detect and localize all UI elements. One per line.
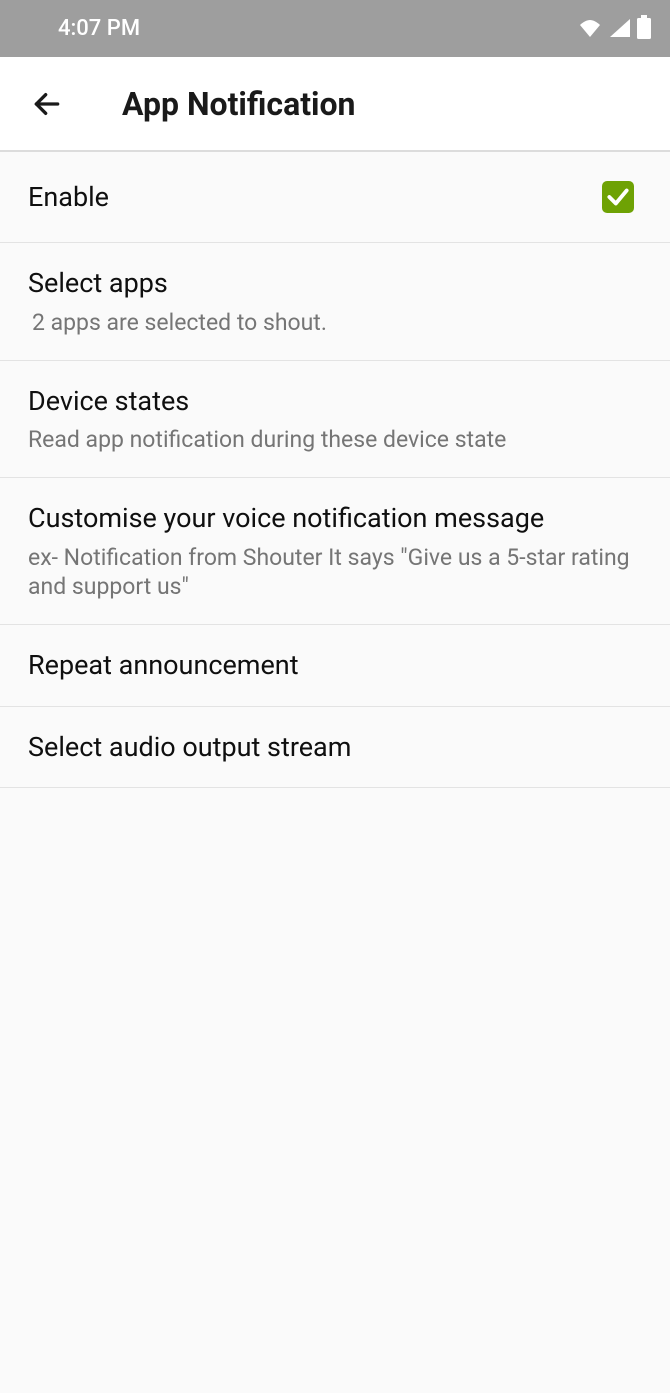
status-time: 4:07 PM bbox=[58, 16, 140, 41]
customise-voice-row[interactable]: Customise your voice notification messag… bbox=[0, 478, 670, 625]
device-states-row[interactable]: Device states Read app notification duri… bbox=[0, 361, 670, 478]
check-icon bbox=[605, 184, 631, 210]
page-title: App Notification bbox=[122, 85, 356, 123]
repeat-announcement-row[interactable]: Repeat announcement bbox=[0, 625, 670, 706]
item-title: Select apps bbox=[28, 265, 642, 301]
enable-row[interactable]: Enable bbox=[0, 152, 670, 243]
settings-list: Enable Select apps 2 apps are selected t… bbox=[0, 152, 670, 788]
item-title: Select audio output stream bbox=[28, 729, 642, 765]
select-apps-row[interactable]: Select apps 2 apps are selected to shout… bbox=[0, 243, 670, 360]
item-title: Device states bbox=[28, 383, 642, 419]
select-audio-output-row[interactable]: Select audio output stream bbox=[0, 707, 670, 788]
item-subtitle: 2 apps are selected to shout. bbox=[28, 308, 642, 338]
status-bar: 4:07 PM bbox=[0, 0, 670, 57]
cell-signal-icon bbox=[608, 17, 630, 41]
enable-checkbox[interactable] bbox=[602, 181, 634, 213]
item-title: Customise your voice notification messag… bbox=[28, 500, 642, 536]
battery-icon bbox=[636, 15, 652, 43]
status-icons bbox=[578, 15, 652, 43]
item-title: Repeat announcement bbox=[28, 647, 642, 683]
wifi-icon bbox=[578, 17, 602, 41]
back-arrow-icon[interactable] bbox=[30, 87, 64, 121]
item-title: Enable bbox=[28, 179, 602, 215]
item-subtitle: ex- Notification from Shouter It says "G… bbox=[28, 543, 642, 603]
item-subtitle: Read app notification during these devic… bbox=[28, 425, 642, 455]
app-bar: App Notification bbox=[0, 57, 670, 152]
